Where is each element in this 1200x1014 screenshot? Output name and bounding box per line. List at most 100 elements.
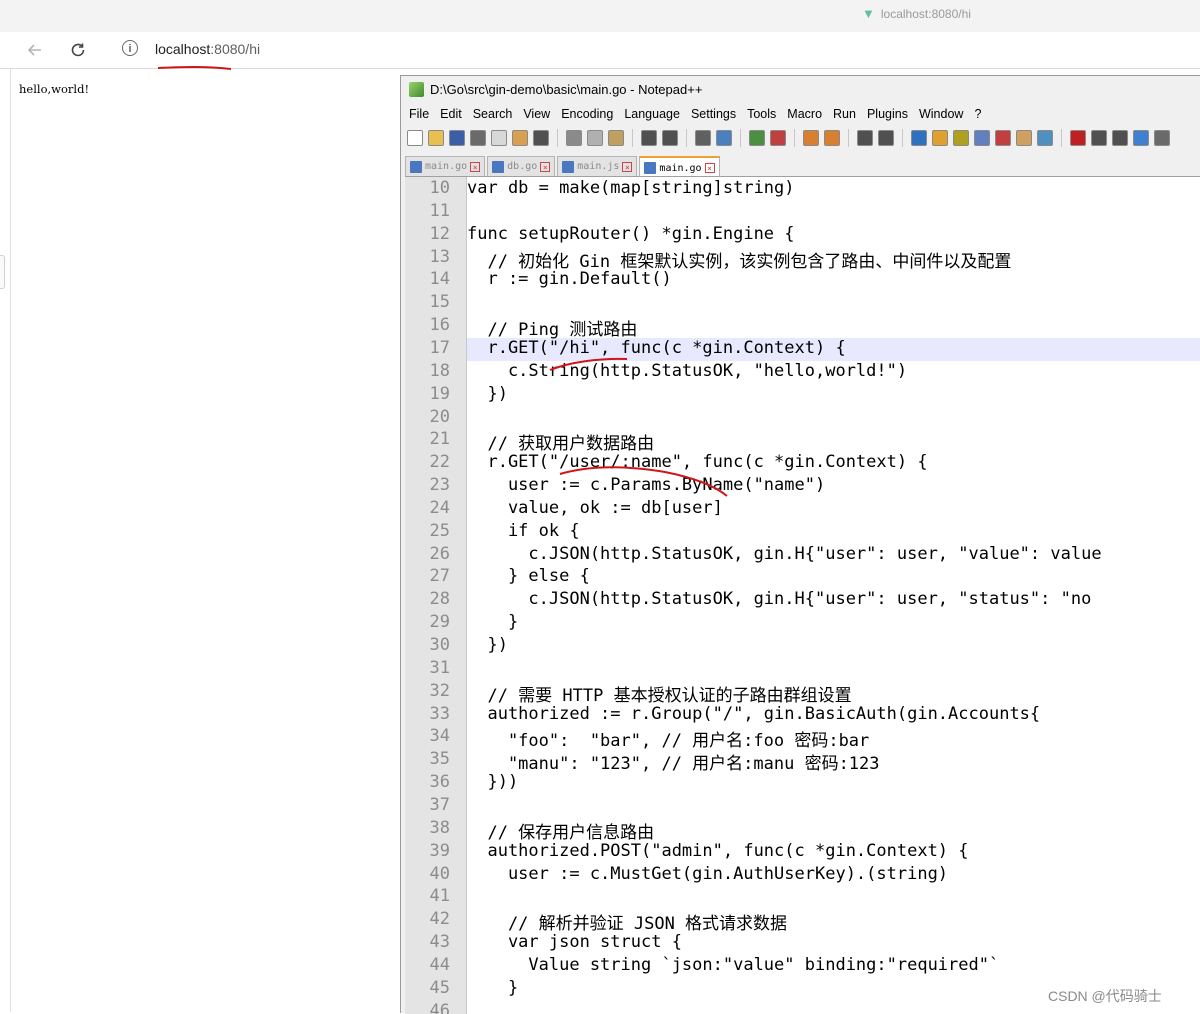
code-line[interactable]: // Ping 测试路由 [467, 315, 637, 340]
code-line[interactable]: c.JSON(http.StatusOK, gin.H{"user": user… [467, 589, 1091, 609]
toolbar-icon-27[interactable] [1070, 130, 1086, 146]
menu-item-macro[interactable]: Macro [787, 107, 828, 121]
line-number: 43 [405, 932, 450, 952]
code-line[interactable]: var json struct { [467, 932, 682, 952]
menu-item-language[interactable]: Language [624, 107, 686, 121]
document-tab[interactable]: main.go× [405, 156, 485, 176]
toolbar-icon-15[interactable] [770, 130, 786, 146]
menu-item-search[interactable]: Search [473, 107, 519, 121]
menu-item-edit[interactable]: Edit [440, 107, 468, 121]
toolbar-icon-14[interactable] [749, 130, 765, 146]
code-line[interactable]: r := gin.Default() [467, 269, 672, 289]
toolbar-icon-31[interactable] [1154, 130, 1170, 146]
toolbar-icon-10[interactable] [641, 130, 657, 146]
menu-item-help[interactable]: ? [974, 107, 987, 121]
document-tab[interactable]: main.js× [557, 156, 637, 176]
menu-item-view[interactable]: View [523, 107, 556, 121]
toolbar-icon-28[interactable] [1091, 130, 1107, 146]
code-line[interactable]: // 需要 HTTP 基本授权认证的子路由群组设置 [467, 681, 852, 706]
menu-item-run[interactable]: Run [833, 107, 862, 121]
toolbar-icon-30[interactable] [1133, 130, 1149, 146]
arrow-left-icon [26, 41, 44, 59]
toolbar-icon-25[interactable] [1016, 130, 1032, 146]
toolbar-separator [632, 129, 633, 147]
toolbar-icon-19[interactable] [878, 130, 894, 146]
menu-item-plugins[interactable]: Plugins [867, 107, 914, 121]
toolbar-icon-22[interactable] [953, 130, 969, 146]
toolbar-icon-3[interactable] [470, 130, 486, 146]
toolbar-icon-9[interactable] [608, 130, 624, 146]
toolbar-icon-23[interactable] [974, 130, 990, 146]
toolbar-icon-26[interactable] [1037, 130, 1053, 146]
code-line[interactable]: } else { [467, 566, 590, 586]
toolbar-icon-8[interactable] [587, 130, 603, 146]
code-line[interactable]: c.JSON(http.StatusOK, gin.H{"user": user… [467, 544, 1102, 564]
toolbar-icon-21[interactable] [932, 130, 948, 146]
toolbar-icon-7[interactable] [566, 130, 582, 146]
code-editor[interactable]: 1011121314151617181920212223242526272829… [405, 176, 1200, 1014]
menu-item-file[interactable]: File [409, 107, 435, 121]
line-number: 42 [405, 909, 450, 929]
line-number: 40 [405, 864, 450, 884]
code-line[interactable]: // 初始化 Gin 框架默认实例，该实例包含了路由、中间件以及配置 [467, 247, 1011, 272]
code-line[interactable]: // 获取用户数据路由 [467, 429, 654, 454]
code-line[interactable]: }) [467, 384, 508, 404]
line-number: 28 [405, 589, 450, 609]
code-line[interactable]: authorized.POST("admin", func(c *gin.Con… [467, 841, 969, 861]
close-tab-icon[interactable]: × [540, 162, 550, 172]
code-line[interactable]: user := c.MustGet(gin.AuthUserKey).(stri… [467, 864, 948, 884]
toolbar-icon-11[interactable] [662, 130, 678, 146]
menu-item-window[interactable]: Window [919, 107, 969, 121]
toolbar-icon-12[interactable] [695, 130, 711, 146]
code-line[interactable]: })) [467, 772, 518, 792]
menu-item-tools[interactable]: Tools [747, 107, 782, 121]
code-line[interactable]: }) [467, 635, 508, 655]
toolbar-icon-20[interactable] [911, 130, 927, 146]
toolbar-icon-2[interactable] [449, 130, 465, 146]
menu-item-settings[interactable]: Settings [691, 107, 742, 121]
close-tab-icon[interactable]: × [470, 162, 480, 172]
reload-button[interactable] [65, 38, 91, 62]
red-underline-annotation-user [555, 462, 735, 502]
code-line[interactable]: var db = make(map[string]string) [467, 178, 795, 198]
site-info-icon[interactable]: i [122, 40, 138, 56]
document-tab[interactable]: main.go× [639, 156, 719, 178]
menu-item-encoding[interactable]: Encoding [561, 107, 619, 121]
back-button[interactable] [22, 38, 48, 62]
toolbar-icon-16[interactable] [803, 130, 819, 146]
line-number: 20 [405, 407, 450, 427]
toolbar-icon-18[interactable] [857, 130, 873, 146]
toolbar-icon-13[interactable] [716, 130, 732, 146]
code-line[interactable]: } [467, 978, 518, 998]
code-line[interactable]: "foo": "bar", // 用户名:foo 密码:bar [467, 726, 869, 751]
close-tab-icon[interactable]: × [622, 162, 632, 172]
code-line[interactable]: if ok { [467, 521, 580, 541]
toolbar-icon-1[interactable] [428, 130, 444, 146]
toolbar-separator [740, 129, 741, 147]
toolbar-icon-24[interactable] [995, 130, 1011, 146]
document-tab-label: main.go [425, 161, 467, 172]
toolbar-icon-4[interactable] [491, 130, 507, 146]
toolbar-icon-0[interactable] [407, 130, 423, 146]
document-tab[interactable]: db.go× [487, 156, 555, 176]
toolbar-icon-6[interactable] [533, 130, 549, 146]
code-line[interactable]: c.String(http.StatusOK, "hello,world!") [467, 361, 907, 381]
toolbar-icon-29[interactable] [1112, 130, 1128, 146]
code-line[interactable]: Value string `json:"value" binding:"requ… [467, 955, 999, 975]
address-bar[interactable]: localhost:8080/hi [155, 41, 260, 57]
toolbar-separator [794, 129, 795, 147]
browser-tab[interactable]: ▼ localhost:8080/hi [862, 6, 971, 21]
code-line[interactable]: // 解析并验证 JSON 格式请求数据 [467, 909, 787, 934]
code-line[interactable]: "manu": "123", // 用户名:manu 密码:123 [467, 749, 880, 774]
close-tab-icon[interactable]: × [705, 163, 715, 173]
code-line[interactable]: func setupRouter() *gin.Engine { [467, 224, 795, 244]
toolbar-icon-17[interactable] [824, 130, 840, 146]
line-number: 37 [405, 795, 450, 815]
code-line[interactable]: // 保存用户信息路由 [467, 818, 654, 843]
line-number: 18 [405, 361, 450, 381]
code-line[interactable]: r.GET("/hi", func(c *gin.Context) { [467, 338, 846, 358]
code-line[interactable]: authorized := r.Group("/", gin.BasicAuth… [467, 704, 1040, 724]
code-line[interactable]: } [467, 612, 518, 632]
sidebar-handle[interactable] [0, 255, 5, 289]
toolbar-icon-5[interactable] [512, 130, 528, 146]
